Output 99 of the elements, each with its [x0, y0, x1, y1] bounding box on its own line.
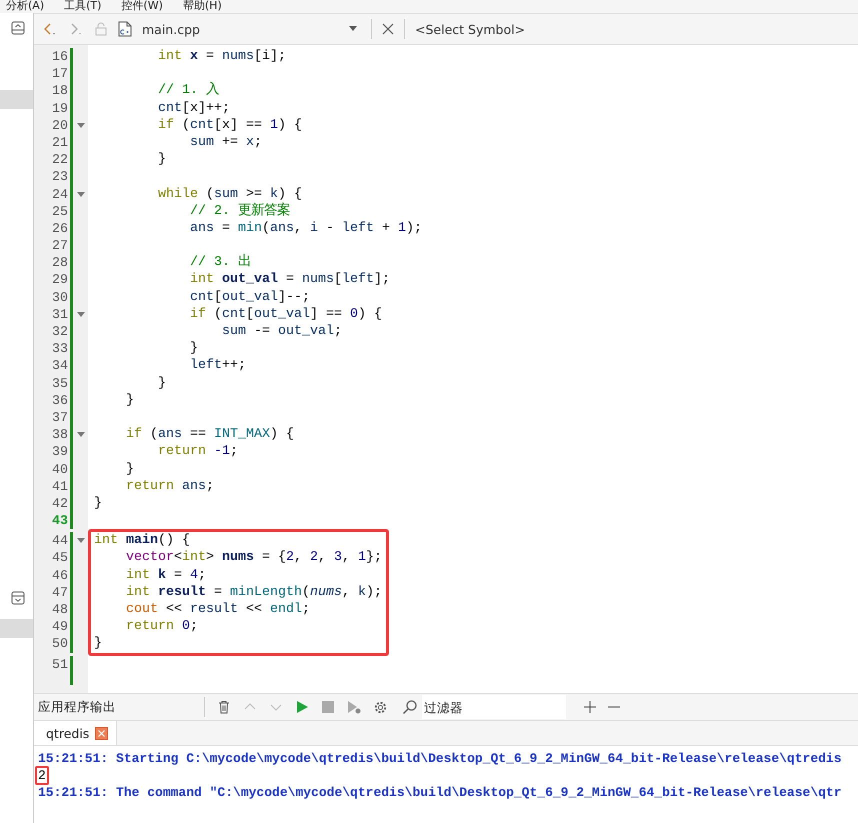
- menu-item[interactable]: 控件(W): [121, 0, 163, 13]
- close-icon[interactable]: [382, 23, 394, 35]
- line-number: 36: [51, 392, 68, 409]
- line-number: 29: [51, 271, 68, 289]
- code-line: int result = minLength(nums, k);: [124, 584, 382, 600]
- line-number: 20: [51, 116, 68, 134]
- close-icon[interactable]: [95, 726, 108, 740]
- fold-arrow-icon[interactable]: [76, 312, 84, 317]
- code-line: }: [188, 341, 198, 356]
- symbol-dropdown[interactable]: <Select Symbol>: [415, 22, 526, 36]
- add-icon[interactable]: [584, 701, 596, 713]
- code-line: cnt[out_val]--;: [188, 290, 310, 305]
- panel-toggle-icon[interactable]: [11, 21, 25, 35]
- line-number: 40: [51, 460, 68, 478]
- line-number: 44: [51, 532, 68, 550]
- line-number: 42: [51, 494, 68, 512]
- line-number: 28: [51, 254, 68, 272]
- line-number: 35: [51, 374, 68, 392]
- line-number: 51: [51, 656, 68, 673]
- code-line: // 3. 出: [188, 255, 251, 270]
- panel-title: 应用程序输出: [38, 698, 117, 716]
- code-line: sum += x;: [188, 134, 262, 150]
- menu-item[interactable]: 分析(A): [6, 0, 44, 13]
- file-dropdown[interactable]: main.cpp: [142, 22, 361, 36]
- line-number: 19: [51, 100, 68, 117]
- line-number: 24: [51, 186, 68, 203]
- line-number: 22: [51, 151, 68, 168]
- line-number: 37: [51, 408, 68, 426]
- code-line: cout << result << endl;: [124, 602, 310, 617]
- code-line: while (sum >= k) {: [156, 186, 302, 202]
- line-number: 18: [51, 82, 68, 100]
- code-line: int main() {: [94, 533, 190, 548]
- code-line: if (cnt[x] == 1) {: [156, 118, 302, 133]
- line-number: 48: [51, 601, 68, 618]
- file-icon: [118, 21, 132, 37]
- code-line: cnt[x]++;: [156, 100, 230, 116]
- settings-icon[interactable]: [373, 700, 388, 714]
- selected-row-highlight: [0, 619, 33, 638]
- play-icon[interactable]: [295, 700, 309, 714]
- trash-icon[interactable]: [217, 700, 231, 714]
- code-line: }: [94, 636, 102, 652]
- code-line: if (ans == INT_MAX) {: [124, 427, 294, 442]
- highlighted-output-text: 2: [35, 766, 49, 785]
- line-number: 25: [51, 202, 68, 220]
- code-line: if (cnt[out_val] == 0) {: [188, 306, 382, 322]
- fold-arrow-icon[interactable]: [76, 192, 84, 197]
- code-line: // 2. 更新答案: [188, 204, 290, 219]
- stop-icon[interactable]: [321, 700, 335, 714]
- dropdown-arrow-icon[interactable]: [349, 26, 357, 32]
- line-number: 47: [51, 584, 68, 601]
- line-number: 27: [51, 237, 68, 254]
- menu-item[interactable]: 工具(T): [64, 0, 102, 13]
- fold-arrow-icon[interactable]: [76, 432, 84, 438]
- line-number: 34: [51, 357, 68, 375]
- selected-row-highlight: [0, 90, 33, 109]
- code-line: return 0;: [124, 619, 198, 634]
- line-number: 17: [51, 65, 68, 82]
- code-line: return ans;: [124, 478, 214, 494]
- code-line: }: [94, 496, 102, 511]
- line-number: 38: [51, 426, 68, 444]
- panel-toggle-icon[interactable]: [11, 591, 25, 605]
- search-icon: [402, 699, 418, 715]
- code-line: }: [124, 392, 134, 408]
- back-icon[interactable]: [42, 21, 58, 37]
- line-number: 39: [51, 443, 68, 460]
- line-number: 50: [51, 635, 68, 653]
- code-line: left++;: [188, 358, 246, 374]
- line-number: 33: [51, 340, 68, 358]
- line-number: 26: [51, 220, 68, 238]
- code-line: }: [156, 152, 166, 168]
- line-number: 21: [51, 134, 68, 152]
- line-number: 31: [51, 306, 68, 323]
- code-line: int k = 4;: [124, 568, 206, 583]
- debug-play-icon[interactable]: [347, 700, 361, 714]
- code-line: }: [156, 376, 166, 391]
- code-line: vector<int> nums = {2, 2, 3, 1};: [124, 550, 382, 566]
- output-tab[interactable]: qtredis: [34, 721, 118, 745]
- output-line: 15:21:51: Starting C:\mycode\mycode\qtredis\build\Desktop_Qt_6_9_2_MinGW_64_bit-Release\release\qtredis: [38, 751, 842, 766]
- line-number: 32: [51, 323, 68, 340]
- line-number: 41: [51, 478, 68, 495]
- code-line: }: [124, 462, 134, 476]
- line-number: 16: [51, 48, 68, 66]
- fold-arrow-icon[interactable]: [76, 538, 84, 544]
- line-number: 46: [51, 566, 68, 584]
- output-line: 15:21:51: The command "C:\mycode\mycode\qtredis\build\Desktop_Qt_6_9_2_MinGW_64_bit-Release\release\qtr: [38, 785, 842, 800]
- line-number: 23: [51, 168, 68, 186]
- line-number: 43: [51, 512, 68, 530]
- line-number: 45: [51, 549, 68, 567]
- filter-field[interactable]: 过滤器: [422, 695, 566, 719]
- fold-arrow-icon[interactable]: [76, 122, 84, 128]
- code-line: return -1;: [156, 444, 238, 460]
- line-number: 49: [51, 618, 68, 636]
- code-line: sum -= out_val;: [220, 324, 342, 339]
- code-line: // 1. 入: [156, 83, 219, 98]
- menu-item[interactable]: 帮助(H): [182, 0, 222, 13]
- line-number: 30: [51, 288, 68, 306]
- code-line: int x = nums[i];: [156, 49, 286, 64]
- code-line: ans = min(ans, i - left + 1);: [188, 220, 422, 236]
- code-line: int out_val = nums[left];: [188, 272, 390, 288]
